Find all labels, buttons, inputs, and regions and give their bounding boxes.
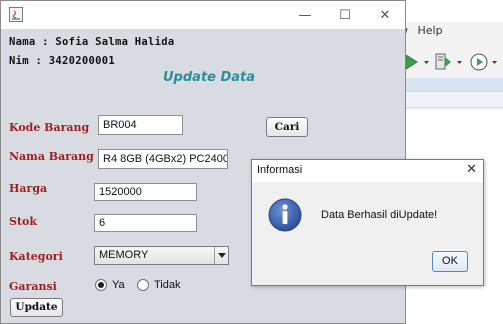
- maximize-button[interactable]: ☐: [325, 1, 365, 29]
- java-app-icon: [9, 7, 23, 22]
- stok-input[interactable]: 6: [94, 214, 197, 232]
- garansi-label: Garansi: [9, 280, 57, 293]
- ide-menubar: w Help: [399, 22, 449, 40]
- kategori-select[interactable]: MEMORY: [94, 246, 229, 265]
- dialog-title: Informasi: [257, 164, 303, 176]
- ide-editor-strip: [399, 94, 503, 108]
- window-controls: — ☐ ✕: [285, 1, 405, 29]
- information-dialog: Informasi ✕ Data Berhasil diUpdate! OK: [251, 159, 484, 286]
- ide-tab-strip: [399, 78, 503, 92]
- minimize-button[interactable]: —: [285, 1, 325, 29]
- nama-barang-input[interactable]: R4 8GB (4GBx2) PC2400: [98, 149, 228, 169]
- ok-button[interactable]: OK: [432, 251, 468, 272]
- harga-input[interactable]: 1520000: [94, 183, 197, 201]
- garansi-tidak-radio[interactable]: [137, 279, 149, 291]
- information-icon: [268, 198, 302, 232]
- ide-toolbar: [399, 42, 503, 74]
- kategori-selected-value: MEMORY: [99, 249, 149, 261]
- harga-label: Harga: [9, 182, 48, 195]
- dropdown-arrow-icon[interactable]: [492, 61, 497, 64]
- radio-selected-dot: [98, 282, 104, 288]
- student-name-label: Nama : Sofia Salma Halida: [9, 36, 175, 48]
- kode-barang-label: Kode Barang: [9, 121, 90, 134]
- garansi-ya-radio[interactable]: [95, 279, 107, 291]
- ide-menu-help[interactable]: Help: [418, 24, 443, 37]
- profile-icon[interactable]: [470, 53, 488, 71]
- garansi-ya-label[interactable]: Ya: [112, 279, 125, 291]
- page-title: Update Data: [163, 70, 256, 85]
- dialog-close-button[interactable]: ✕: [466, 162, 477, 177]
- close-button[interactable]: ✕: [365, 1, 405, 29]
- ide-toolbar-icons: [405, 53, 497, 71]
- stok-label: Stok: [9, 215, 37, 228]
- nama-barang-label: Nama Barang: [9, 150, 94, 163]
- update-button[interactable]: Update: [10, 298, 63, 317]
- kode-barang-input[interactable]: BR004: [98, 115, 183, 135]
- student-nim-label: Nim : 3420200001: [9, 55, 115, 67]
- dropdown-arrow-icon[interactable]: [457, 61, 462, 64]
- cari-button[interactable]: Cari: [266, 117, 308, 137]
- run-icon[interactable]: [405, 54, 418, 70]
- chevron-down-icon[interactable]: [214, 247, 228, 264]
- dialog-message: Data Berhasil diUpdate!: [321, 209, 438, 221]
- dialog-titlebar: Informasi ✕: [252, 160, 483, 182]
- debug-icon[interactable]: [435, 53, 451, 70]
- garansi-tidak-label[interactable]: Tidak: [154, 279, 181, 291]
- kategori-label: Kategori: [9, 250, 63, 263]
- dropdown-arrow-icon[interactable]: [424, 61, 429, 64]
- desktop: w Help: [0, 0, 503, 324]
- window-titlebar: — ☐ ✕: [1, 1, 405, 29]
